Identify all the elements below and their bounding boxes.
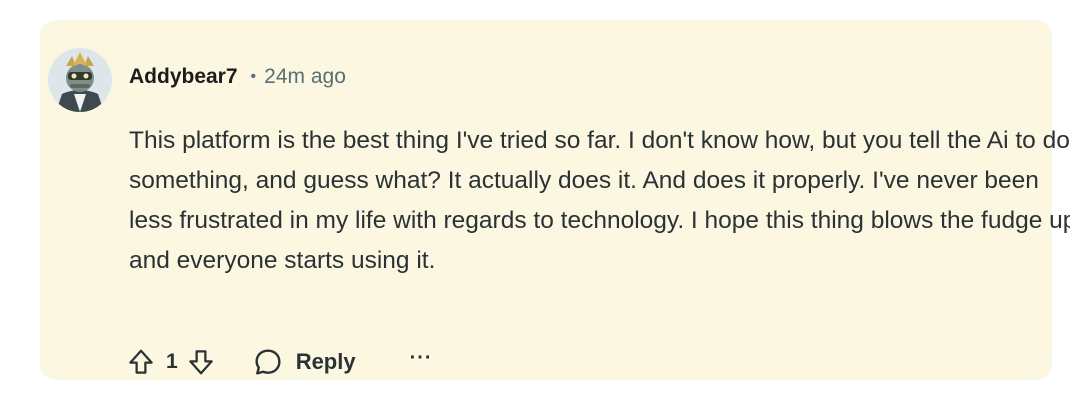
reply-button[interactable]: Reply	[252, 346, 356, 378]
comment-header: Addybear7 • 24m ago	[129, 62, 346, 92]
arrow-down-outline-icon	[188, 350, 213, 375]
comment-text: This platform is the best thing I've tri…	[129, 127, 1070, 274]
meta-separator: •	[250, 68, 257, 85]
reply-label: Reply	[295, 349, 356, 374]
downvote-button[interactable]	[186, 347, 216, 377]
upvote-button[interactable]	[126, 347, 156, 377]
avatar[interactable]	[48, 48, 112, 112]
timestamp[interactable]: 24m ago	[264, 65, 346, 89]
more-options-button[interactable]: ···	[410, 347, 433, 370]
author-name[interactable]: Addybear7	[129, 65, 238, 89]
comment-action-bar: 1 Reply ···	[126, 342, 433, 382]
comment-card: Addybear7 • 24m ago This platform is the…	[40, 20, 1070, 382]
speech-bubble-icon	[255, 349, 281, 375]
vote-count: 1	[166, 350, 178, 373]
arrow-up-outline-icon	[129, 349, 153, 374]
